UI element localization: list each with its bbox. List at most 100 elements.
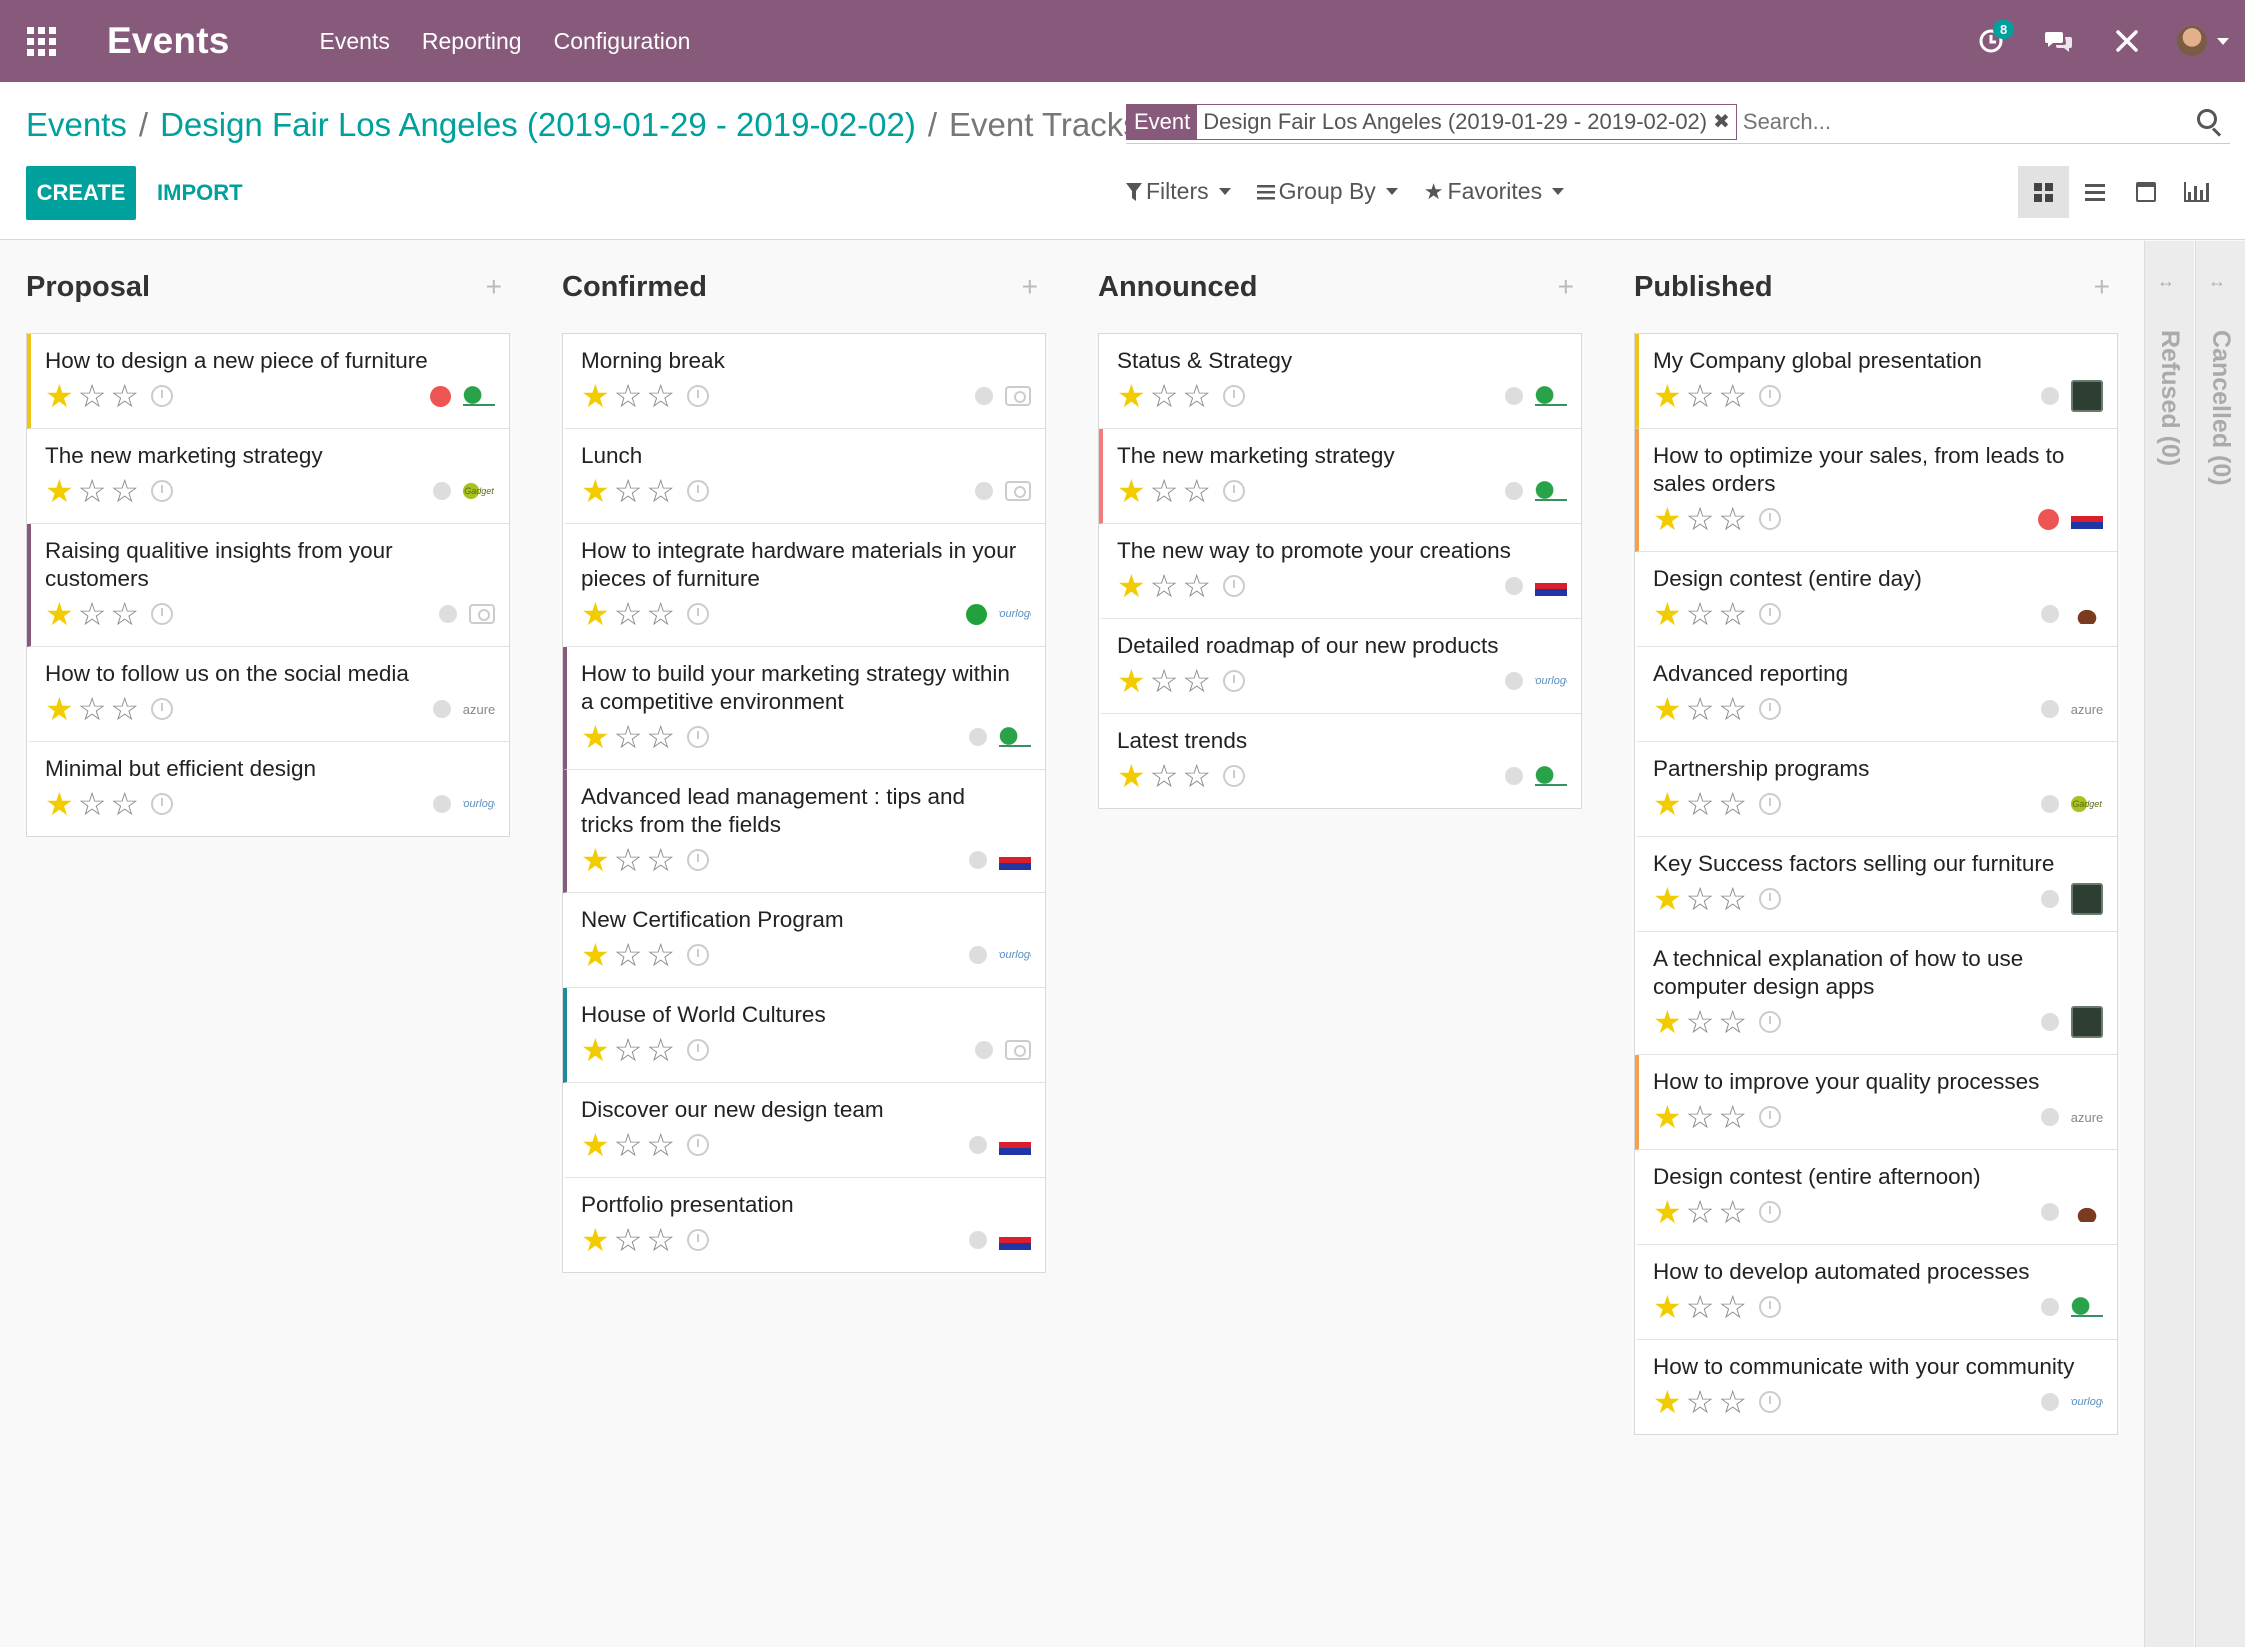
star-empty-icon[interactable]: ☆ (614, 380, 643, 412)
star-filled-icon[interactable]: ★ (45, 788, 74, 820)
list-view-button[interactable] (2069, 166, 2120, 218)
activity-clock-icon[interactable] (1759, 385, 1782, 407)
activity-clock-icon[interactable] (687, 1134, 710, 1156)
star-empty-icon[interactable]: ☆ (1718, 1101, 1747, 1133)
kanban-card[interactable]: Design contest (entire day) ★ ☆ ☆ (1635, 552, 2117, 647)
kanban-state-icon[interactable] (2041, 1013, 2059, 1031)
star-empty-icon[interactable]: ☆ (614, 1129, 643, 1161)
kanban-state-icon[interactable] (2041, 700, 2059, 718)
kanban-card[interactable]: House of World Cultures ★ ☆ ☆ (563, 988, 1045, 1083)
star-filled-icon[interactable]: ★ (1653, 380, 1682, 412)
kanban-card[interactable]: How to optimize your sales, from leads t… (1635, 429, 2117, 552)
star-empty-icon[interactable]: ☆ (646, 380, 675, 412)
kanban-card[interactable]: Raising qualitive insights from your cus… (27, 524, 509, 647)
star-empty-icon[interactable]: ☆ (1686, 788, 1715, 820)
star-empty-icon[interactable]: ☆ (1718, 693, 1747, 725)
star-empty-icon[interactable]: ☆ (614, 939, 643, 971)
activity-clock-icon[interactable] (1759, 603, 1782, 625)
kanban-state-icon[interactable] (2041, 890, 2059, 908)
star-filled-icon[interactable]: ★ (1653, 1101, 1682, 1133)
kanban-card[interactable]: Minimal but efficient design★☆☆yourlogo (27, 742, 509, 836)
group-by-dropdown[interactable]: Group By (1256, 178, 1398, 205)
kanban-card[interactable]: Design contest (entire afternoon) ★ ☆ ☆ (1635, 1150, 2117, 1245)
kanban-column-refused-folded[interactable]: ↔ Refused (0) (2144, 241, 2194, 1647)
star-empty-icon[interactable]: ☆ (1150, 570, 1179, 602)
kanban-card[interactable]: How to build your marketing strategy wit… (563, 647, 1045, 770)
kanban-state-icon[interactable] (975, 1041, 993, 1059)
column-title[interactable]: Confirmed (562, 271, 707, 304)
column-title[interactable]: Proposal (26, 271, 150, 304)
column-title[interactable]: Published (1634, 271, 1773, 304)
kanban-view-button[interactable] (2018, 166, 2069, 218)
star-empty-icon[interactable]: ☆ (614, 1034, 643, 1066)
star-empty-icon[interactable]: ☆ (1150, 760, 1179, 792)
star-filled-icon[interactable]: ★ (1653, 1006, 1682, 1038)
kanban-state-icon[interactable] (1505, 577, 1523, 595)
kanban-card[interactable]: How to communicate with your community ★ ☆… (1635, 1340, 2117, 1434)
star-empty-icon[interactable]: ☆ (1686, 1006, 1715, 1038)
activity-clock-icon[interactable] (1759, 508, 1782, 530)
star-filled-icon[interactable]: ★ (1653, 883, 1682, 915)
kanban-card[interactable]: How to improve your quality processes ★ ☆ ☆… (1635, 1055, 2117, 1150)
kanban-state-icon[interactable] (2041, 1203, 2059, 1221)
activity-clock-icon[interactable] (1223, 575, 1246, 597)
star-filled-icon[interactable]: ★ (45, 693, 74, 725)
activity-clock-icon[interactable] (1759, 1201, 1782, 1223)
kanban-state-icon[interactable] (969, 1231, 987, 1249)
search-input[interactable] (1736, 103, 2192, 140)
star-empty-icon[interactable]: ☆ (1686, 693, 1715, 725)
star-filled-icon[interactable]: ★ (581, 1224, 610, 1256)
app-name[interactable]: Events (107, 20, 230, 62)
graph-view-button[interactable] (2171, 166, 2222, 218)
star-empty-icon[interactable]: ☆ (1686, 598, 1715, 630)
star-empty-icon[interactable]: ☆ (110, 788, 139, 820)
star-empty-icon[interactable]: ☆ (1718, 883, 1747, 915)
star-filled-icon[interactable]: ★ (45, 598, 74, 630)
kanban-state-icon[interactable] (1505, 387, 1523, 405)
activity-clock-icon[interactable] (1223, 765, 1246, 787)
star-filled-icon[interactable]: ★ (1117, 380, 1146, 412)
star-filled-icon[interactable]: ★ (1117, 475, 1146, 507)
star-empty-icon[interactable]: ☆ (614, 475, 643, 507)
star-empty-icon[interactable]: ☆ (1182, 380, 1211, 412)
kanban-card[interactable]: How to integrate hardware materials in y… (563, 524, 1045, 647)
star-filled-icon[interactable]: ★ (1653, 598, 1682, 630)
kanban-state-icon[interactable] (1505, 482, 1523, 500)
star-filled-icon[interactable]: ★ (581, 475, 610, 507)
kanban-card[interactable]: Key Success factors selling our furnitur… (1635, 837, 2117, 932)
kanban-card[interactable]: Discover our new design team ★ ☆ ☆ (563, 1083, 1045, 1178)
breadcrumb-event-link[interactable]: Design Fair Los Angeles (2019-01-29 - 20… (160, 106, 916, 144)
star-empty-icon[interactable]: ☆ (614, 1224, 643, 1256)
star-filled-icon[interactable]: ★ (1653, 1386, 1682, 1418)
activity-clock-icon[interactable] (1223, 385, 1246, 407)
star-empty-icon[interactable]: ☆ (1182, 475, 1211, 507)
star-empty-icon[interactable]: ☆ (110, 380, 139, 412)
star-empty-icon[interactable]: ☆ (1182, 760, 1211, 792)
add-card-icon[interactable]: + (486, 271, 502, 303)
activity-clock-icon[interactable] (687, 480, 710, 502)
kanban-card[interactable]: Portfolio presentation ★ ☆ ☆ (563, 1178, 1045, 1272)
star-empty-icon[interactable]: ☆ (110, 693, 139, 725)
kanban-state-icon[interactable] (433, 482, 451, 500)
activity-clock-icon[interactable] (687, 944, 710, 966)
kanban-card[interactable]: The new marketing strategy ★ ☆ ☆ (1099, 429, 1581, 524)
kanban-state-icon[interactable] (2038, 508, 2059, 530)
star-filled-icon[interactable]: ★ (581, 1034, 610, 1066)
menu-item-events[interactable]: Events (320, 28, 390, 55)
import-button[interactable]: IMPORT (157, 166, 243, 220)
star-empty-icon[interactable]: ☆ (1150, 475, 1179, 507)
kanban-state-icon[interactable] (1505, 767, 1523, 785)
kanban-card[interactable]: Advanced lead management : tips and tric… (563, 770, 1045, 893)
calendar-view-button[interactable] (2120, 166, 2171, 218)
apps-menu-icon[interactable] (0, 0, 82, 82)
search-facet[interactable]: Event Design Fair Los Angeles (2019-01-2… (1126, 103, 1737, 140)
star-empty-icon[interactable]: ☆ (78, 475, 107, 507)
star-empty-icon[interactable]: ☆ (646, 721, 675, 753)
kanban-card[interactable]: How to design a new piece of furniture ★ ☆… (27, 334, 509, 429)
facet-remove-icon[interactable]: ✖ (1713, 105, 1736, 139)
star-filled-icon[interactable]: ★ (581, 939, 610, 971)
star-empty-icon[interactable]: ☆ (646, 598, 675, 630)
star-filled-icon[interactable]: ★ (1653, 693, 1682, 725)
star-filled-icon[interactable]: ★ (581, 721, 610, 753)
star-filled-icon[interactable]: ★ (1117, 570, 1146, 602)
